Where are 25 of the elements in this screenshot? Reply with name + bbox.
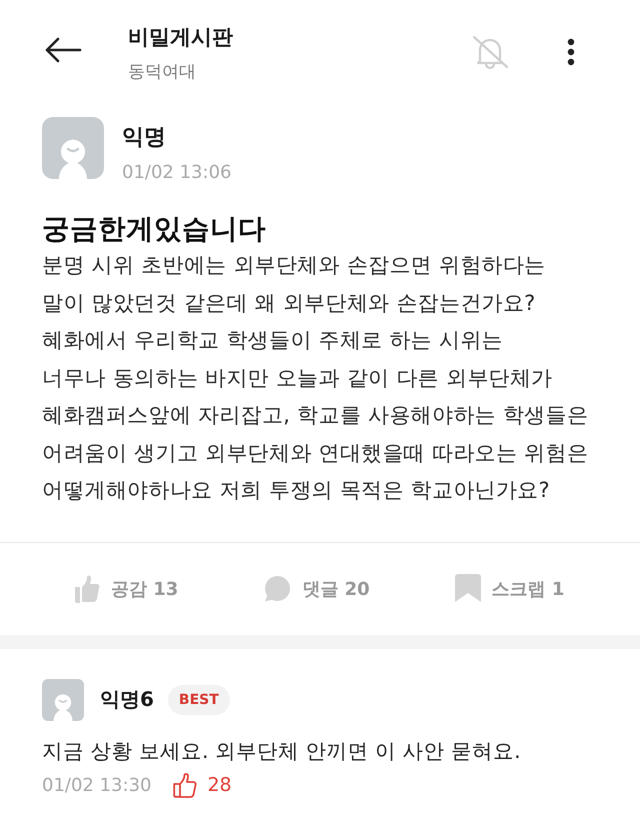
post-time: 01/02 13:06 [122, 161, 232, 185]
speech-bubble-icon [264, 575, 292, 602]
board-title: 비밀게시판 [128, 24, 234, 51]
scrap-button[interactable]: 스크랩 1 [454, 574, 564, 603]
thumbs-up-icon [74, 574, 100, 602]
bell-off-icon [471, 33, 509, 71]
avatar-icon [42, 117, 104, 179]
post-title: 궁금한게있습니다 [42, 212, 267, 247]
thumbs-up-outline-icon [173, 772, 198, 798]
avatar-icon [42, 678, 84, 720]
comment-time: 01/02 13:30 [42, 774, 152, 796]
author-name: 익명 [122, 124, 167, 152]
post-body: 분명 시위 초반에는 외부단체와 손잡으면 위험하다는 말이 많았던것 같은데 왜 외부단체와 손잡는건가요? 혜화에서 우리학교 학생들이 주체로 하는 시위는 너무나 동의하는 바지만 오늘과 같이 다른 외부단체가 혜화캠퍼스앞에 자리잡고, 학교를 사용해야하는 학생들은 어려움이 생기고 외부단체와 연대했을때 따라오는 위험은 어떻게해야하나요 저희 투쟁의 목적은 학교아닌가요? [42, 252, 590, 504]
back-button[interactable] [44, 37, 82, 63]
more-button[interactable] [567, 38, 575, 66]
comment-text: 지금 상황 보세요. 외부단체 안끼면 이 사안 묻혀요. [42, 738, 522, 764]
bookmark-icon [454, 574, 481, 603]
comment-author: 익명6 [100, 686, 154, 713]
best-badge: BEST [168, 684, 230, 714]
more-menu-icon [567, 38, 575, 66]
like-button[interactable]: 공감 13 [74, 574, 178, 602]
school-name: 동덕여대 [128, 61, 197, 84]
back-arrow-icon [44, 37, 82, 63]
comment-like-button[interactable]: 28 [173, 772, 232, 798]
comment-button[interactable]: 댓글 20 [264, 575, 370, 602]
